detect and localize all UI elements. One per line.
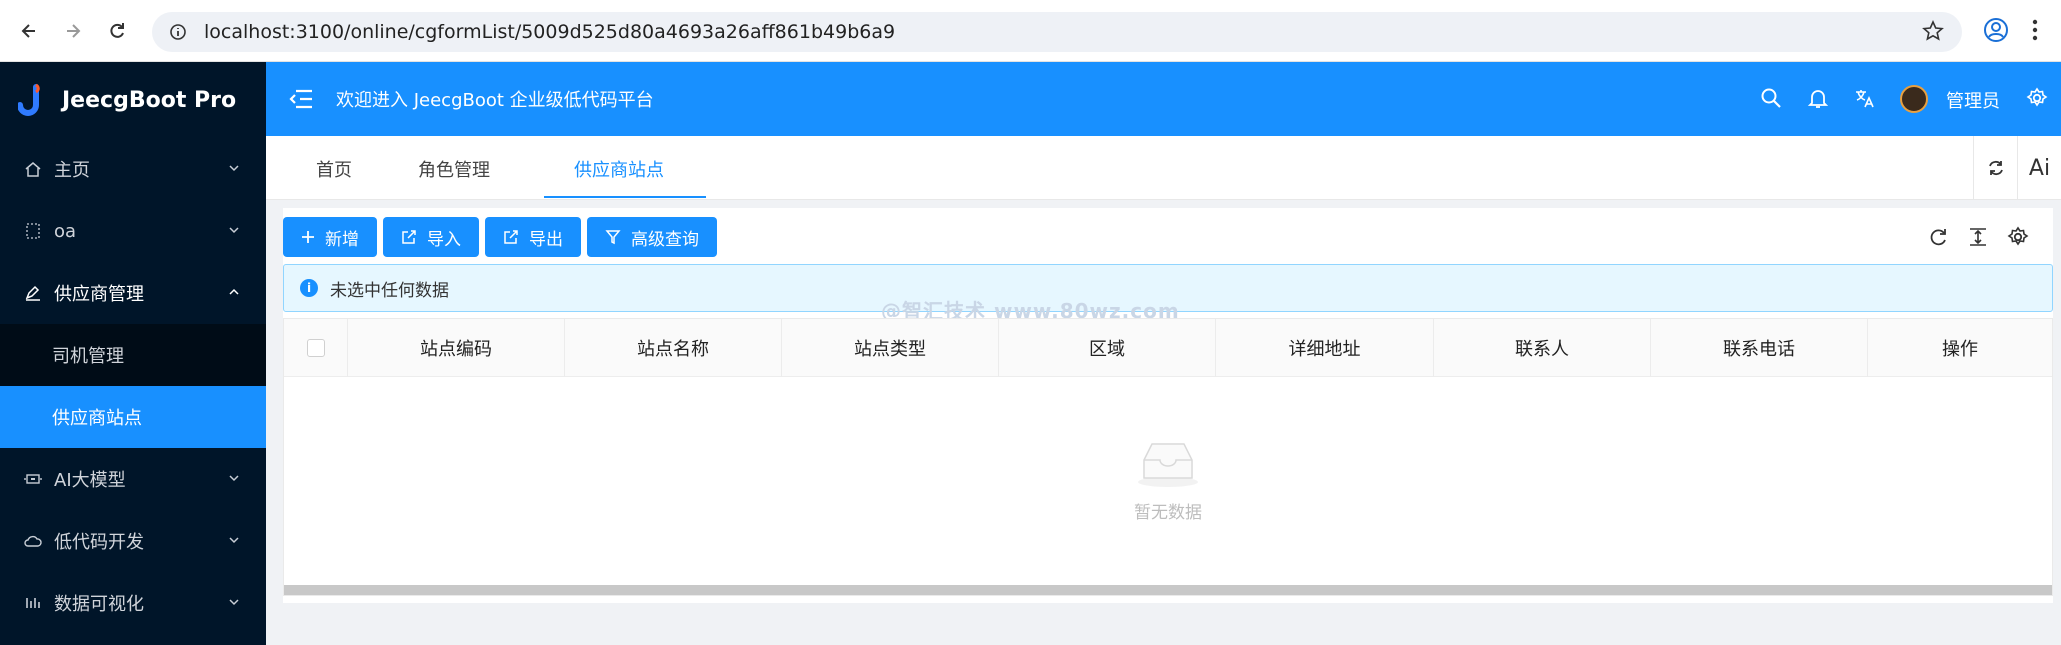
- user-name[interactable]: 管理员: [1946, 87, 2000, 113]
- sidebar-item-ai-model[interactable]: AI大模型: [0, 448, 266, 510]
- sidebar-item-lowcode[interactable]: 低代码开发: [0, 510, 266, 572]
- sidebar-item-label: AI大模型: [54, 470, 126, 491]
- info-icon: i: [300, 279, 318, 297]
- column-header[interactable]: 详细地址: [1215, 319, 1433, 377]
- chevron-up-icon: [229, 288, 239, 295]
- sidebar-item-supplier-site[interactable]: 供应商站点: [0, 386, 266, 448]
- column-height-icon[interactable]: [1967, 226, 1989, 248]
- select-all-cell: [284, 319, 347, 377]
- column-header[interactable]: 区域: [998, 319, 1215, 377]
- sidebar-item-label: 低代码开发: [54, 532, 144, 553]
- empty-state: 暂无数据: [284, 377, 2052, 583]
- data-table: 站点编码 站点名称 站点类型 区域 详细地址 联系人 联系电话 操作 暂无数据: [283, 318, 2053, 596]
- app-logo[interactable]: JeecgBoot Pro: [0, 62, 266, 138]
- chevron-down-icon: [229, 599, 239, 606]
- chevron-down-icon: [229, 537, 239, 544]
- column-header[interactable]: 操作: [1867, 319, 2052, 377]
- sidebar-item-label: 主页: [54, 160, 90, 181]
- advanced-query-button-label: 高级查询: [631, 229, 699, 250]
- edit-icon: [24, 284, 42, 302]
- advanced-query-button[interactable]: 高级查询: [587, 217, 717, 257]
- profile-icon[interactable]: [1982, 16, 2010, 44]
- horizontal-scrollbar[interactable]: [284, 585, 2052, 595]
- column-header[interactable]: 联系人: [1433, 319, 1650, 377]
- column-header[interactable]: 站点编码: [347, 319, 564, 377]
- export-button-label: 导出: [529, 229, 563, 250]
- import-icon: [401, 229, 417, 245]
- sidebar: JeecgBoot Pro 主页 oa 供应商管理 司机管理 供应商站点 AI大…: [0, 62, 266, 645]
- chevron-down-icon: [229, 227, 239, 234]
- submenu-supplier: 司机管理 供应商站点: [0, 324, 266, 448]
- sidebar-item-label: 数据可视化: [54, 594, 144, 615]
- content-card: 新增 导入 导出 高级查询 i 未选中任何数据 @智汇技术 www.80wz.c…: [283, 208, 2053, 603]
- table-toolbar: 新增 导入 导出 高级查询: [283, 217, 723, 257]
- chevron-down-icon: [229, 475, 239, 482]
- import-button-label: 导入: [427, 229, 461, 250]
- tab-tools: Ai: [1973, 136, 2061, 200]
- tab-home[interactable]: 首页: [316, 156, 352, 182]
- sidebar-item-home[interactable]: 主页: [0, 138, 266, 200]
- add-button-label: 新增: [325, 229, 359, 250]
- sidebar-item-driver-management[interactable]: 司机管理: [0, 324, 266, 386]
- column-header[interactable]: 站点类型: [781, 319, 998, 377]
- export-button[interactable]: 导出: [485, 217, 581, 257]
- site-info-icon[interactable]: [166, 20, 190, 44]
- url-text[interactable]: localhost:3100/online/cgformList/5009d52…: [204, 21, 895, 43]
- column-header[interactable]: 联系电话: [1650, 319, 1867, 377]
- top-header: 欢迎进入 JeecgBoot 企业级低代码平台 管理员: [266, 62, 2061, 136]
- column-settings-gear-icon[interactable]: [2007, 226, 2029, 248]
- menu-fold-icon[interactable]: [288, 88, 314, 110]
- search-icon[interactable]: [1760, 87, 1782, 109]
- welcome-text: 欢迎进入 JeecgBoot 企业级低代码平台: [336, 90, 654, 111]
- select-all-checkbox[interactable]: [306, 339, 325, 357]
- sidebar-item-label: 供应商站点: [52, 408, 142, 429]
- browser-menu-icon[interactable]: [2030, 16, 2040, 44]
- cloud-icon: [24, 532, 42, 550]
- export-icon: [503, 229, 519, 245]
- address-bar[interactable]: localhost:3100/online/cgformList/5009d52…: [152, 12, 1962, 52]
- jeecg-logo-icon: [18, 83, 40, 116]
- add-button[interactable]: 新增: [283, 217, 377, 257]
- chart-icon: [24, 594, 42, 612]
- sidebar-item-label: 司机管理: [52, 346, 124, 367]
- tab-bar: 首页 角色管理 供应商站点 Ai: [266, 136, 2061, 200]
- tab-role-management[interactable]: 角色管理: [418, 156, 490, 182]
- filter-icon: [605, 229, 621, 245]
- tab-supplier-site[interactable]: 供应商站点: [574, 156, 664, 182]
- empty-text: 暂无数据: [1134, 502, 1202, 523]
- grid-icon: [24, 222, 42, 240]
- sidebar-item-oa[interactable]: oa: [0, 200, 266, 262]
- sidebar-item-supplier-management[interactable]: 供应商管理: [0, 262, 266, 324]
- table-header: 站点编码 站点名称 站点类型 区域 详细地址 联系人 联系电话 操作: [284, 319, 2052, 377]
- browser-toolbar: localhost:3100/online/cgformList/5009d52…: [0, 0, 2061, 62]
- forward-button-icon[interactable]: [58, 16, 88, 46]
- tab-refresh-icon[interactable]: [1973, 136, 2017, 200]
- table-tools: [1927, 226, 2029, 248]
- plus-icon: [301, 230, 315, 244]
- home-icon: [24, 160, 42, 178]
- table-refresh-icon[interactable]: [1927, 226, 1949, 248]
- selection-alert-text: 未选中任何数据: [330, 280, 449, 301]
- bell-icon[interactable]: [1807, 87, 1829, 109]
- empty-inbox-icon: [1138, 442, 1198, 487]
- sidebar-item-label: oa: [54, 220, 77, 242]
- column-header[interactable]: 站点名称: [564, 319, 781, 377]
- translate-icon[interactable]: [1854, 87, 1876, 109]
- active-tab-indicator: [544, 196, 706, 198]
- ai-icon: [24, 470, 42, 488]
- logo-text: JeecgBoot Pro: [62, 87, 237, 113]
- sidebar-item-label: 供应商管理: [54, 284, 144, 305]
- bookmark-star-icon[interactable]: [1922, 20, 1944, 42]
- sidebar-item-data-visualization[interactable]: 数据可视化: [0, 572, 266, 634]
- import-button[interactable]: 导入: [383, 217, 479, 257]
- chevron-down-icon: [229, 165, 239, 172]
- settings-gear-icon[interactable]: [2026, 87, 2048, 109]
- ai-assistant-button[interactable]: Ai: [2017, 136, 2061, 200]
- back-button-icon[interactable]: [14, 16, 44, 46]
- avatar[interactable]: [1900, 85, 1928, 113]
- reload-icon[interactable]: [102, 16, 132, 46]
